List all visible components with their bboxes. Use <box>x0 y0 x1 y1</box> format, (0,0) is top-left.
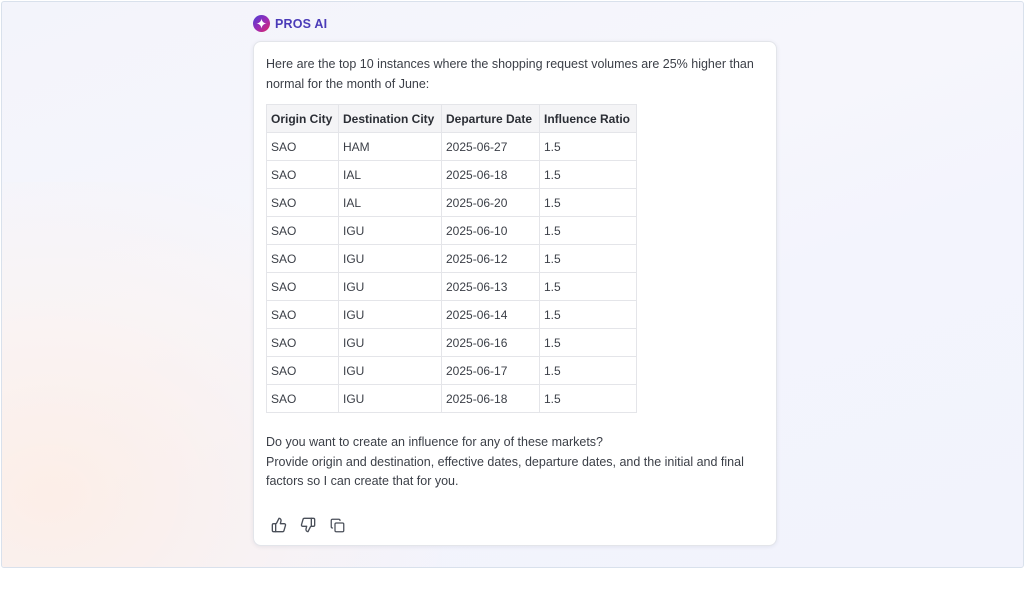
origin-city-cell: SAO <box>266 188 339 217</box>
table-row: SAO IGU 2025-06-10 1.5 <box>266 216 637 245</box>
thumbs-down-button[interactable] <box>299 516 317 534</box>
table-row: SAO IAL 2025-06-20 1.5 <box>266 188 637 217</box>
destination-city-cell: IGU <box>338 384 442 413</box>
departure-date-cell: 2025-06-17 <box>441 356 540 385</box>
column-header-origin-city: Origin City <box>266 104 339 133</box>
influence-ratio-cell: 1.5 <box>539 300 637 329</box>
influence-ratio-cell: 1.5 <box>539 328 637 357</box>
column-header-departure-date: Departure Date <box>441 104 540 133</box>
origin-city-cell: SAO <box>266 132 339 161</box>
influence-ratio-cell: 1.5 <box>539 132 637 161</box>
origin-city-cell: SAO <box>266 160 339 189</box>
origin-city-cell: SAO <box>266 244 339 273</box>
table-row: SAO IGU 2025-06-12 1.5 <box>266 244 637 273</box>
table-row: SAO IGU 2025-06-13 1.5 <box>266 272 637 301</box>
column-header-destination-city: Destination City <box>338 104 442 133</box>
origin-city-cell: SAO <box>266 328 339 357</box>
destination-city-cell: IAL <box>338 188 442 217</box>
departure-date-cell: 2025-06-12 <box>441 244 540 273</box>
origin-city-cell: SAO <box>266 272 339 301</box>
destination-city-cell: HAM <box>338 132 442 161</box>
origin-city-cell: SAO <box>266 356 339 385</box>
origin-city-cell: SAO <box>266 300 339 329</box>
copy-button[interactable] <box>328 516 346 534</box>
app-frame: PROS AI Here are the top 10 instances wh… <box>1 1 1024 568</box>
origin-city-cell: SAO <box>266 384 339 413</box>
ai-response-card: Here are the top 10 instances where the … <box>253 41 777 546</box>
destination-city-cell: IGU <box>338 356 442 385</box>
departure-date-cell: 2025-06-18 <box>441 384 540 413</box>
departure-date-cell: 2025-06-14 <box>441 300 540 329</box>
response-followup-text: Do you want to create an influence for a… <box>266 433 766 492</box>
destination-city-cell: IGU <box>338 300 442 329</box>
departure-date-cell: 2025-06-20 <box>441 188 540 217</box>
table-row: SAO IGU 2025-06-14 1.5 <box>266 300 637 329</box>
departure-date-cell: 2025-06-10 <box>441 216 540 245</box>
influence-ratio-cell: 1.5 <box>539 188 637 217</box>
departure-date-cell: 2025-06-27 <box>441 132 540 161</box>
departure-date-cell: 2025-06-13 <box>441 272 540 301</box>
results-table: Origin City Destination City Departure D… <box>266 104 637 413</box>
table-row: SAO IGU 2025-06-18 1.5 <box>266 384 637 413</box>
table-row: SAO HAM 2025-06-27 1.5 <box>266 132 637 161</box>
influence-ratio-cell: 1.5 <box>539 160 637 189</box>
feedback-actions <box>270 516 346 534</box>
destination-city-cell: IGU <box>338 216 442 245</box>
destination-city-cell: IGU <box>338 272 442 301</box>
departure-date-cell: 2025-06-16 <box>441 328 540 357</box>
sparkle-icon <box>253 15 270 32</box>
column-header-influence-ratio: Influence Ratio <box>539 104 637 133</box>
destination-city-cell: IGU <box>338 328 442 357</box>
influence-ratio-cell: 1.5 <box>539 272 637 301</box>
influence-ratio-cell: 1.5 <box>539 216 637 245</box>
response-intro-text: Here are the top 10 instances where the … <box>266 57 754 91</box>
table-row: SAO IAL 2025-06-18 1.5 <box>266 160 637 189</box>
origin-city-cell: SAO <box>266 216 339 245</box>
table-header-row: Origin City Destination City Departure D… <box>266 104 637 133</box>
influence-ratio-cell: 1.5 <box>539 384 637 413</box>
thumbs-up-icon <box>271 517 287 533</box>
thumbs-down-icon <box>300 517 316 533</box>
influence-ratio-cell: 1.5 <box>539 244 637 273</box>
table-row: SAO IGU 2025-06-17 1.5 <box>266 356 637 385</box>
destination-city-cell: IGU <box>338 244 442 273</box>
departure-date-cell: 2025-06-18 <box>441 160 540 189</box>
brand-name: PROS AI <box>275 16 328 31</box>
table-row: SAO IGU 2025-06-16 1.5 <box>266 328 637 357</box>
thumbs-up-button[interactable] <box>270 516 288 534</box>
destination-city-cell: IAL <box>338 160 442 189</box>
copy-icon <box>330 518 344 532</box>
brand-header: PROS AI <box>253 15 327 32</box>
followup-instructions: Provide origin and destination, effectiv… <box>266 454 744 489</box>
influence-ratio-cell: 1.5 <box>539 356 637 385</box>
followup-question: Do you want to create an influence for a… <box>266 435 603 449</box>
